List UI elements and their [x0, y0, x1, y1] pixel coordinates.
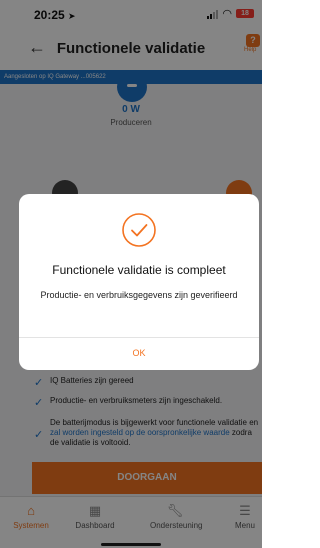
validation-complete-dialog: Functionele validatie is compleet Produc…: [19, 194, 259, 370]
ok-button[interactable]: OK: [19, 337, 259, 370]
app-screen: 20:25 ➤ ◠ 18 ← Functionele validatie ? H…: [0, 0, 262, 548]
dialog-title: Functionele validatie is compleet: [52, 263, 226, 277]
check-circle-icon: [122, 213, 156, 247]
dialog-message: Productie- en verbruiksgegevens zijn gev…: [40, 290, 238, 300]
home-indicator: [101, 543, 161, 546]
